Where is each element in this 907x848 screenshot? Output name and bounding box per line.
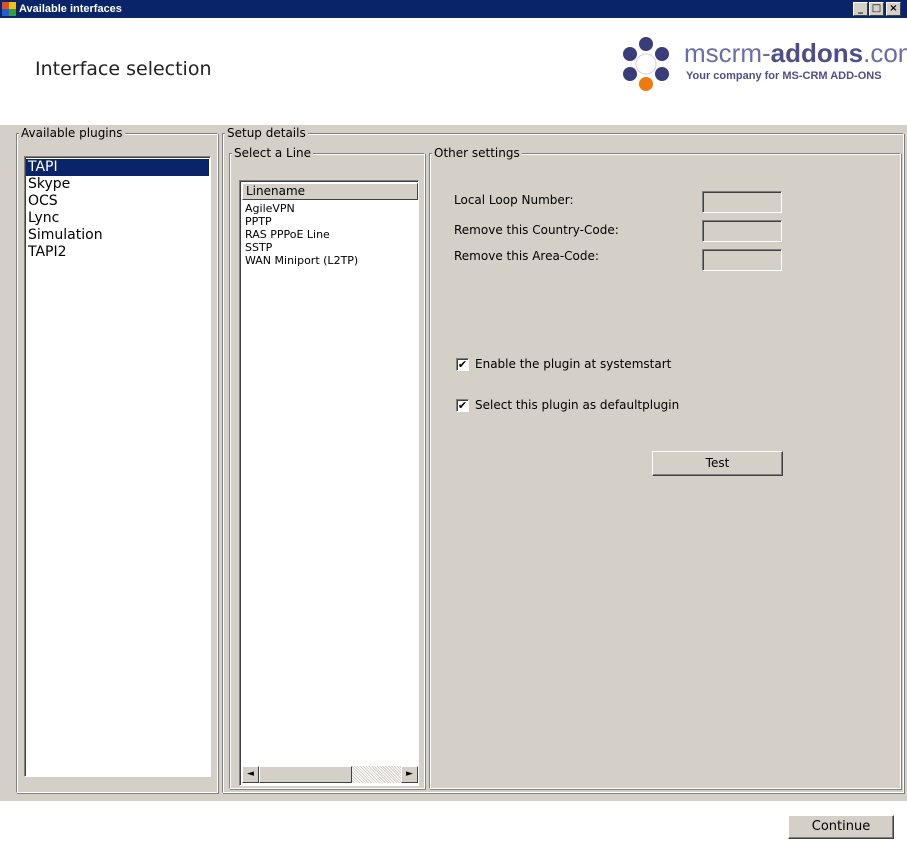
line-item-sstp[interactable]: SSTP <box>245 241 358 254</box>
close-button[interactable]: × <box>886 2 901 16</box>
select-line-legend: Select a Line <box>232 146 314 161</box>
plugin-item-lync[interactable]: Lync <box>26 210 209 227</box>
scroll-thumb[interactable] <box>259 766 352 783</box>
setup-details-legend: Setup details <box>225 126 308 141</box>
local-loop-field[interactable] <box>702 191 782 213</box>
plugin-item-simulation[interactable]: Simulation <box>26 227 209 244</box>
minimize-button[interactable]: _ <box>853 2 868 16</box>
company-logo: mscrm-addons.com Your company for MS-CRM… <box>612 36 907 106</box>
logo-tagline: Your company for MS-CRM ADD-ONS <box>686 70 882 82</box>
country-code-field[interactable] <box>702 220 782 242</box>
line-items: AgileVPN PPTP RAS PPPoE Line SSTP WAN Mi… <box>245 202 358 267</box>
plugins-listbox[interactable]: TAPI Skype OCS Lync Simulation TAPI2 <box>24 156 211 777</box>
plugin-item-tapi[interactable]: TAPI <box>26 159 209 176</box>
plugin-item-skype[interactable]: Skype <box>26 176 209 193</box>
available-plugins-legend: Available plugins <box>19 126 125 141</box>
default-plugin-checkbox[interactable]: ✔ <box>456 399 469 412</box>
line-listview[interactable]: Linename AgileVPN PPTP RAS PPPoE Line SS… <box>239 180 419 786</box>
line-item-wan-miniport-l2tp[interactable]: WAN Miniport (L2TP) <box>245 254 358 267</box>
other-settings-legend: Other settings <box>432 146 522 161</box>
logo-wordmark: mscrm-addons.com <box>684 38 907 68</box>
page-title: Interface selection <box>35 58 212 80</box>
country-code-label: Remove this Country-Code: <box>454 223 619 237</box>
line-item-agilevpn[interactable]: AgileVPN <box>245 202 358 215</box>
line-item-ras-pppoe[interactable]: RAS PPPoE Line <box>245 228 358 241</box>
test-button[interactable]: Test <box>652 451 783 476</box>
area-code-label: Remove this Area-Code: <box>454 249 599 263</box>
app-icon <box>2 2 16 16</box>
local-loop-label: Local Loop Number: <box>454 193 574 207</box>
default-plugin-label[interactable]: Select this plugin as defaultplugin <box>475 398 679 413</box>
enable-plugin-label[interactable]: Enable the plugin at systemstart <box>475 357 671 372</box>
maximize-button[interactable]: □ <box>869 2 884 16</box>
continue-button[interactable]: Continue <box>788 815 894 839</box>
plugin-item-tapi2[interactable]: TAPI2 <box>26 244 209 261</box>
main-panel: Available plugins TAPI Skype OCS Lync Si… <box>0 125 907 801</box>
scroll-right-icon[interactable]: ► <box>401 766 418 783</box>
logo-mark-icon <box>623 37 669 91</box>
header: Interface selection mscrm-addons.com You… <box>0 18 907 125</box>
scroll-left-icon[interactable]: ◄ <box>242 766 259 783</box>
line-item-pptp[interactable]: PPTP <box>245 215 358 228</box>
window-titlebar[interactable]: Available interfaces _ □ × <box>0 0 907 18</box>
area-code-field[interactable] <box>702 249 782 271</box>
plugin-item-ocs[interactable]: OCS <box>26 193 209 210</box>
linename-column-header[interactable]: Linename <box>242 183 418 200</box>
footer: Continue <box>0 801 907 848</box>
horizontal-scrollbar[interactable]: ◄ ► <box>242 766 418 783</box>
window-title: Available interfaces <box>19 3 122 15</box>
enable-plugin-checkbox[interactable]: ✔ <box>456 358 469 371</box>
